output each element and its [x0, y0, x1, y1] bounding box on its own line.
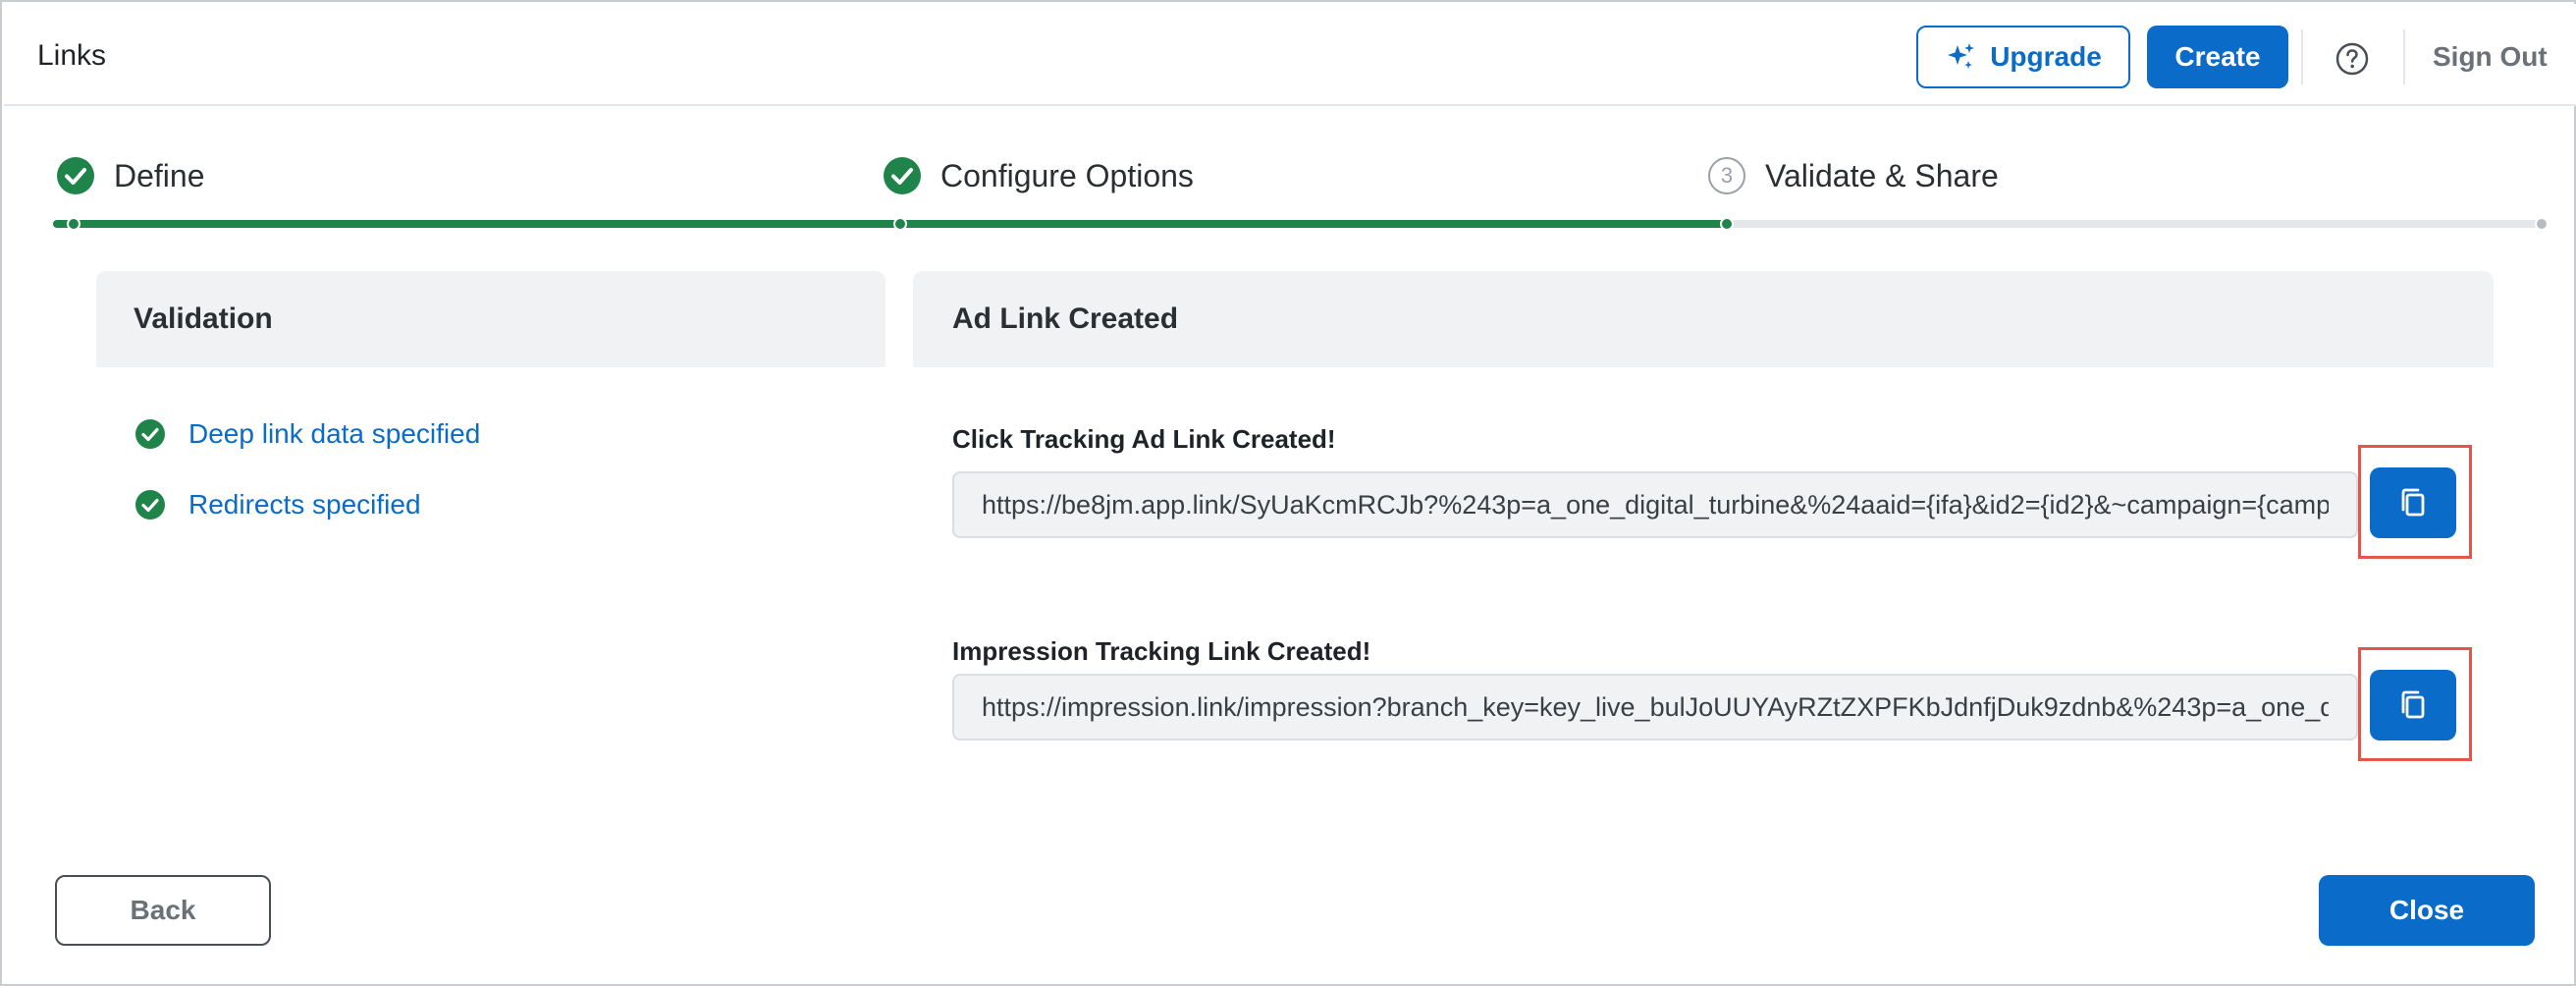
page-title: Links [37, 39, 107, 72]
copy-icon [2401, 690, 2425, 719]
step-marker [1720, 217, 1734, 231]
back-button[interactable]: Back [55, 875, 271, 946]
click-tracking-label: Click Tracking Ad Link Created! [952, 424, 1336, 454]
upgrade-button[interactable]: Upgrade [1916, 26, 2130, 88]
validation-item-label: Deep link data specified [188, 418, 481, 449]
header-divider [2301, 29, 2303, 84]
progress-fill [53, 220, 1728, 228]
step-marker [67, 217, 80, 231]
header-divider [2403, 29, 2405, 84]
top-header: Links Upgrade Create Sign Out [4, 4, 2576, 106]
copy-click-link-button[interactable] [2370, 467, 2456, 538]
sign-out-link[interactable]: Sign Out [2433, 41, 2548, 73]
upgrade-label: Upgrade [1990, 41, 2102, 72]
check-circle-icon [135, 419, 165, 449]
step-label: Define [114, 157, 205, 193]
impression-tracking-label: Impression Tracking Link Created! [952, 636, 1371, 666]
close-button[interactable]: Close [2319, 875, 2535, 946]
help-icon[interactable] [2334, 41, 2370, 77]
step-configure-options: Configure Options [884, 157, 1194, 194]
step-validate-share: 3 Validate & Share [1708, 157, 1999, 194]
app-window: Links Upgrade Create Sign Out Define Con… [0, 0, 2576, 986]
step-label: Configure Options [940, 157, 1194, 193]
check-circle-icon [135, 490, 165, 520]
validation-title: Validation [134, 302, 273, 335]
validation-item: Redirects specified [135, 489, 421, 520]
step-marker [2535, 217, 2549, 231]
ad-link-title: Ad Link Created [952, 302, 1179, 335]
validation-item-label: Redirects specified [188, 489, 421, 520]
step-number: 3 [1708, 157, 1745, 194]
copy-impression-link-button[interactable] [2370, 670, 2456, 740]
copy-icon [2401, 488, 2425, 517]
step-marker [893, 217, 907, 231]
validation-item: Deep link data specified [135, 418, 480, 450]
check-circle-icon [57, 157, 94, 194]
step-define: Define [57, 157, 205, 194]
step-label: Validate & Share [1765, 157, 1999, 193]
create-button[interactable]: Create [2147, 26, 2288, 88]
check-circle-icon [884, 157, 921, 194]
click-tracking-link-field[interactable] [952, 471, 2358, 538]
impression-tracking-link-field[interactable] [952, 674, 2358, 740]
sparkle-icon [1948, 43, 1975, 69]
